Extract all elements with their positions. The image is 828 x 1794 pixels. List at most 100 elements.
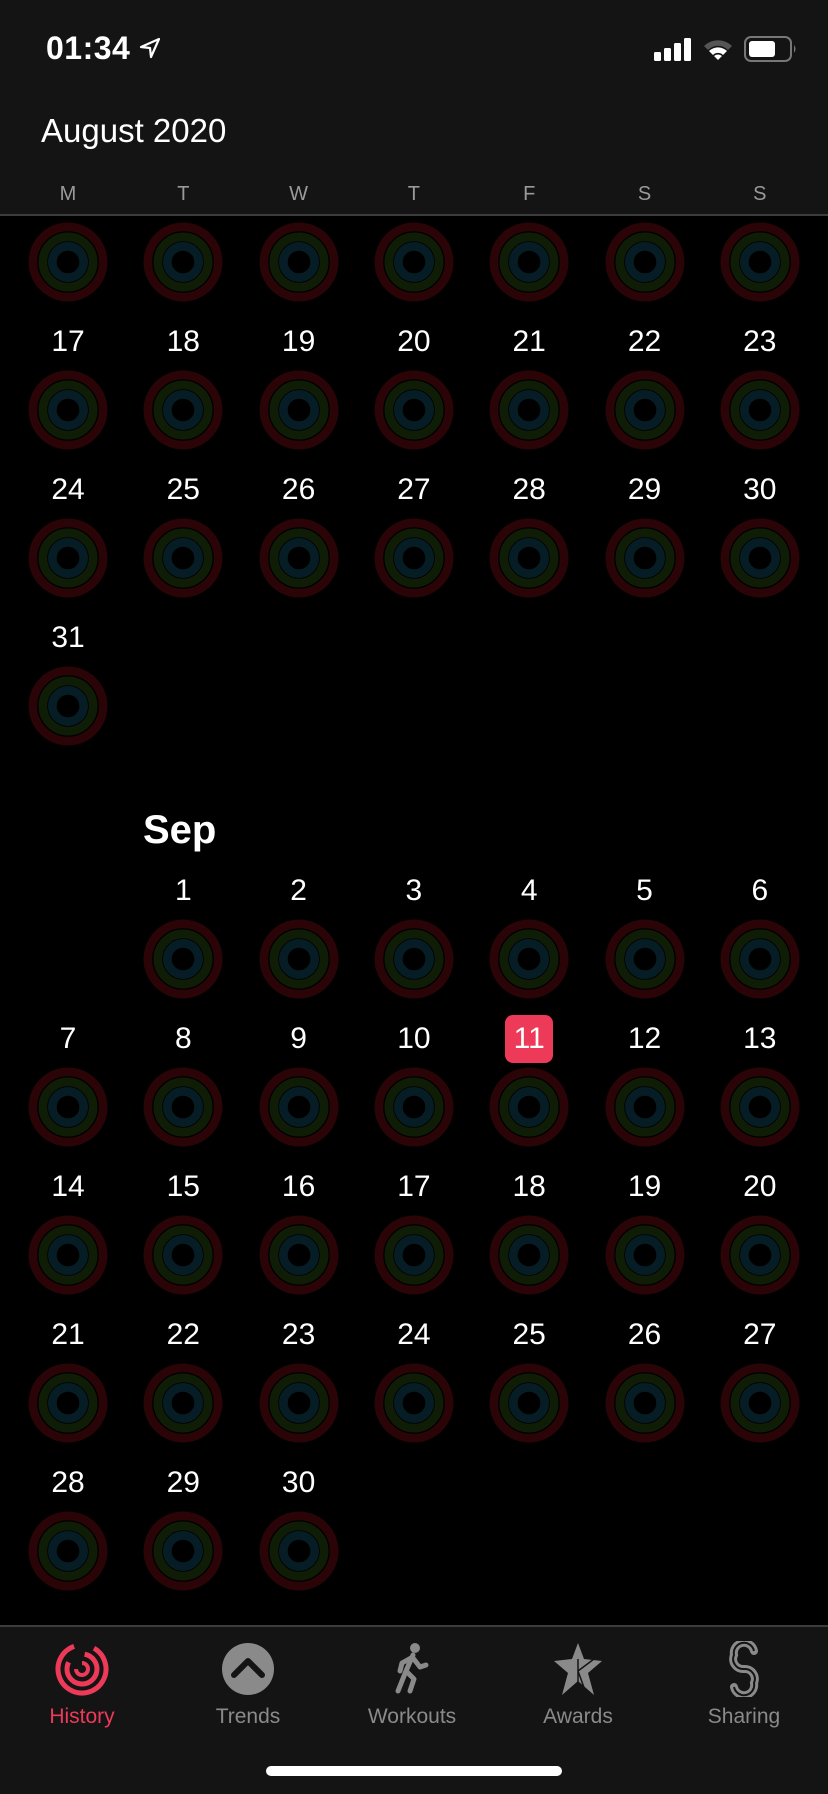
activity-rings-icon[interactable] bbox=[605, 1363, 685, 1443]
day-number[interactable]: 4 bbox=[489, 871, 569, 911]
activity-rings-icon[interactable] bbox=[374, 518, 454, 598]
home-indicator[interactable] bbox=[266, 1766, 562, 1776]
activity-rings-icon[interactable] bbox=[374, 1363, 454, 1443]
activity-rings-icon[interactable] bbox=[28, 1215, 108, 1295]
day-number[interactable]: 29 bbox=[143, 1463, 223, 1503]
day-number[interactable]: 26 bbox=[605, 1315, 685, 1355]
day-number[interactable]: 7 bbox=[28, 1019, 108, 1059]
day-number[interactable]: 19 bbox=[605, 1167, 685, 1207]
day-number[interactable]: 20 bbox=[374, 322, 454, 362]
activity-rings-icon[interactable] bbox=[720, 222, 800, 302]
activity-rings-icon[interactable] bbox=[28, 1067, 108, 1147]
day-number[interactable]: 19 bbox=[259, 322, 339, 362]
tab-trends[interactable]: Trends bbox=[173, 1641, 323, 1729]
day-number[interactable]: 31 bbox=[28, 618, 108, 658]
day-number[interactable]: 5 bbox=[605, 871, 685, 911]
activity-rings-icon[interactable] bbox=[374, 1215, 454, 1295]
activity-rings-icon[interactable] bbox=[259, 222, 339, 302]
day-number[interactable]: 22 bbox=[143, 1315, 223, 1355]
day-number[interactable]: 28 bbox=[489, 470, 569, 510]
day-number[interactable]: 30 bbox=[720, 470, 800, 510]
day-number[interactable]: 23 bbox=[259, 1315, 339, 1355]
activity-rings-icon[interactable] bbox=[374, 370, 454, 450]
day-number[interactable]: 8 bbox=[143, 1019, 223, 1059]
activity-rings-icon[interactable] bbox=[259, 370, 339, 450]
activity-rings-icon[interactable] bbox=[259, 1067, 339, 1147]
day-number[interactable]: 24 bbox=[28, 470, 108, 510]
day-number[interactable]: 20 bbox=[720, 1167, 800, 1207]
activity-rings-icon[interactable] bbox=[143, 1067, 223, 1147]
activity-rings-icon[interactable] bbox=[605, 370, 685, 450]
activity-rings-icon[interactable] bbox=[720, 1215, 800, 1295]
day-number[interactable]: 3 bbox=[374, 871, 454, 911]
day-number-today[interactable]: 11 bbox=[505, 1015, 554, 1063]
activity-rings-icon[interactable] bbox=[489, 222, 569, 302]
day-number[interactable]: 21 bbox=[28, 1315, 108, 1355]
day-number[interactable]: 15 bbox=[143, 1167, 223, 1207]
day-number[interactable]: 17 bbox=[28, 322, 108, 362]
day-number[interactable]: 27 bbox=[720, 1315, 800, 1355]
day-number[interactable]: 25 bbox=[143, 470, 223, 510]
day-number[interactable]: 13 bbox=[720, 1019, 800, 1059]
activity-rings-icon[interactable] bbox=[720, 919, 800, 999]
activity-rings-icon[interactable] bbox=[259, 919, 339, 999]
day-number[interactable]: 22 bbox=[605, 322, 685, 362]
activity-rings-icon[interactable] bbox=[489, 1215, 569, 1295]
day-number[interactable]: 14 bbox=[28, 1167, 108, 1207]
day-number[interactable]: 18 bbox=[143, 322, 223, 362]
day-number[interactable]: 10 bbox=[374, 1019, 454, 1059]
activity-rings-icon[interactable] bbox=[374, 222, 454, 302]
activity-rings-icon[interactable] bbox=[259, 1511, 339, 1591]
day-number[interactable]: 27 bbox=[374, 470, 454, 510]
activity-rings-icon[interactable] bbox=[720, 1067, 800, 1147]
activity-rings-icon[interactable] bbox=[259, 518, 339, 598]
tab-sharing[interactable]: Sharing bbox=[669, 1641, 819, 1729]
activity-rings-icon[interactable] bbox=[605, 1215, 685, 1295]
activity-rings-icon[interactable] bbox=[28, 1363, 108, 1443]
day-number[interactable]: 28 bbox=[28, 1463, 108, 1503]
day-number[interactable]: 2 bbox=[259, 871, 339, 911]
activity-rings-icon[interactable] bbox=[605, 222, 685, 302]
activity-rings-icon[interactable] bbox=[489, 1067, 569, 1147]
day-number[interactable]: 23 bbox=[720, 322, 800, 362]
activity-rings-icon[interactable] bbox=[605, 518, 685, 598]
day-number[interactable]: 26 bbox=[259, 470, 339, 510]
activity-rings-icon[interactable] bbox=[605, 919, 685, 999]
day-number[interactable]: 24 bbox=[374, 1315, 454, 1355]
activity-rings-icon[interactable] bbox=[489, 1363, 569, 1443]
activity-rings-icon[interactable] bbox=[489, 518, 569, 598]
activity-rings-icon[interactable] bbox=[28, 370, 108, 450]
activity-rings-icon[interactable] bbox=[143, 1215, 223, 1295]
activity-rings-icon[interactable] bbox=[605, 1067, 685, 1147]
activity-rings-icon[interactable] bbox=[28, 222, 108, 302]
activity-rings-icon[interactable] bbox=[28, 518, 108, 598]
day-number[interactable]: 12 bbox=[605, 1019, 685, 1059]
activity-rings-icon[interactable] bbox=[259, 1363, 339, 1443]
day-number[interactable]: 1 bbox=[143, 871, 223, 911]
day-number[interactable]: 16 bbox=[259, 1167, 339, 1207]
activity-rings-icon[interactable] bbox=[489, 919, 569, 999]
tab-workouts[interactable]: Workouts bbox=[337, 1641, 487, 1729]
activity-rings-icon[interactable] bbox=[720, 518, 800, 598]
day-number[interactable]: 18 bbox=[489, 1167, 569, 1207]
activity-rings-icon[interactable] bbox=[28, 666, 108, 746]
day-number[interactable]: 29 bbox=[605, 470, 685, 510]
activity-rings-icon[interactable] bbox=[374, 1067, 454, 1147]
activity-rings-icon[interactable] bbox=[720, 370, 800, 450]
activity-rings-icon[interactable] bbox=[143, 370, 223, 450]
tab-awards[interactable]: Awards bbox=[503, 1641, 653, 1729]
activity-rings-icon[interactable] bbox=[720, 1363, 800, 1443]
activity-rings-icon[interactable] bbox=[143, 919, 223, 999]
day-number[interactable]: 9 bbox=[259, 1019, 339, 1059]
day-number[interactable]: 30 bbox=[259, 1463, 339, 1503]
day-number[interactable]: 25 bbox=[489, 1315, 569, 1355]
day-number[interactable]: 17 bbox=[374, 1167, 454, 1207]
day-number[interactable]: 6 bbox=[720, 871, 800, 911]
tab-history[interactable]: History bbox=[7, 1641, 157, 1729]
activity-rings-icon[interactable] bbox=[143, 518, 223, 598]
activity-rings-icon[interactable] bbox=[143, 1511, 223, 1591]
day-number[interactable]: 21 bbox=[489, 322, 569, 362]
activity-rings-icon[interactable] bbox=[143, 222, 223, 302]
activity-rings-icon[interactable] bbox=[28, 1511, 108, 1591]
activity-rings-icon[interactable] bbox=[374, 919, 454, 999]
